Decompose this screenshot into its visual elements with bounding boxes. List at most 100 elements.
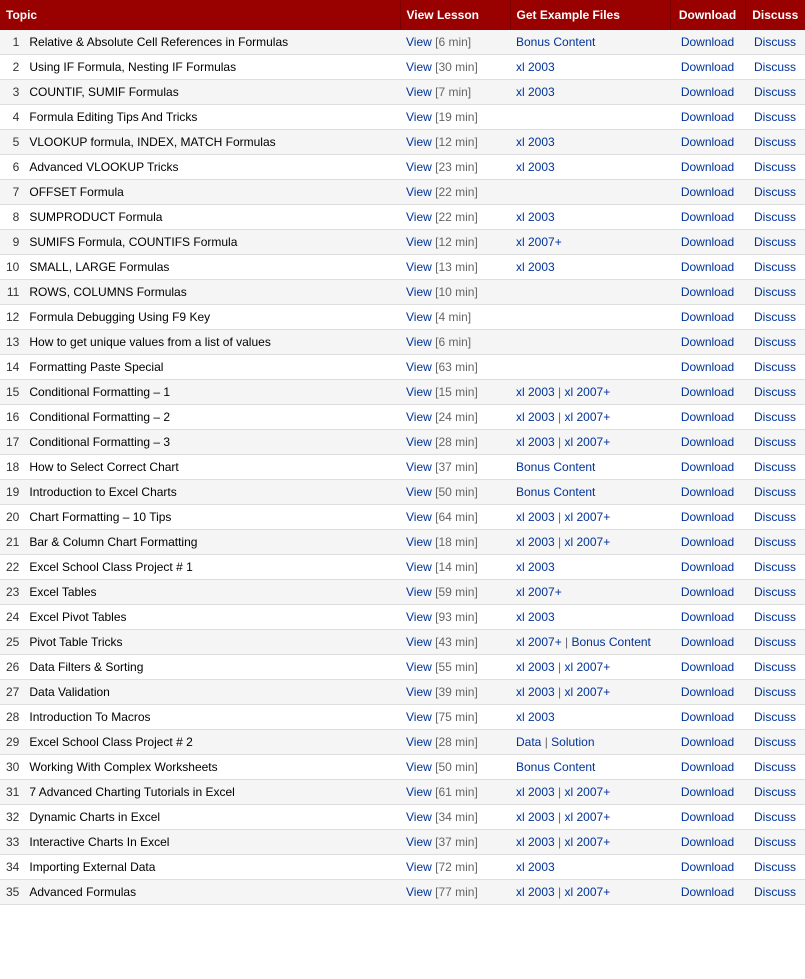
discuss-link[interactable]: Discuss xyxy=(754,410,796,424)
download-link[interactable]: Download xyxy=(681,285,734,299)
discuss-link[interactable]: Discuss xyxy=(754,885,796,899)
discuss-link[interactable]: Discuss xyxy=(754,760,796,774)
example-link[interactable]: xl 2007+ xyxy=(565,435,611,449)
row-download[interactable]: Download xyxy=(670,805,745,830)
row-download[interactable]: Download xyxy=(670,355,745,380)
row-download[interactable]: Download xyxy=(670,155,745,180)
row-view-lesson[interactable]: View [50 min] xyxy=(400,480,510,505)
row-download[interactable]: Download xyxy=(670,130,745,155)
row-discuss[interactable]: Discuss xyxy=(745,880,805,905)
example-link[interactable]: xl 2003 xyxy=(516,860,555,874)
row-discuss[interactable]: Discuss xyxy=(745,530,805,555)
row-discuss[interactable]: Discuss xyxy=(745,855,805,880)
view-link[interactable]: View xyxy=(406,685,432,699)
example-link[interactable]: xl 2007+ xyxy=(516,235,562,249)
download-link[interactable]: Download xyxy=(681,60,734,74)
download-link[interactable]: Download xyxy=(681,585,734,599)
view-link[interactable]: View xyxy=(406,810,432,824)
row-view-lesson[interactable]: View [64 min] xyxy=(400,505,510,530)
row-view-lesson[interactable]: View [22 min] xyxy=(400,180,510,205)
row-view-lesson[interactable]: View [22 min] xyxy=(400,205,510,230)
example-link[interactable]: xl 2007+ xyxy=(565,510,611,524)
row-discuss[interactable]: Discuss xyxy=(745,630,805,655)
view-link[interactable]: View xyxy=(406,60,432,74)
download-link[interactable]: Download xyxy=(681,635,734,649)
view-link[interactable]: View xyxy=(406,35,432,49)
row-view-lesson[interactable]: View [93 min] xyxy=(400,605,510,630)
download-link[interactable]: Download xyxy=(681,435,734,449)
view-link[interactable]: View xyxy=(406,860,432,874)
row-download[interactable]: Download xyxy=(670,205,745,230)
row-download[interactable]: Download xyxy=(670,580,745,605)
row-discuss[interactable]: Discuss xyxy=(745,505,805,530)
example-link[interactable]: xl 2003 xyxy=(516,435,555,449)
row-discuss[interactable]: Discuss xyxy=(745,80,805,105)
row-discuss[interactable]: Discuss xyxy=(745,205,805,230)
example-link[interactable]: xl 2003 xyxy=(516,535,555,549)
download-link[interactable]: Download xyxy=(681,360,734,374)
example-link[interactable]: xl 2003 xyxy=(516,410,555,424)
row-discuss[interactable]: Discuss xyxy=(745,605,805,630)
row-view-lesson[interactable]: View [61 min] xyxy=(400,780,510,805)
view-link[interactable]: View xyxy=(406,360,432,374)
view-link[interactable]: View xyxy=(406,110,432,124)
discuss-link[interactable]: Discuss xyxy=(754,135,796,149)
view-link[interactable]: View xyxy=(406,460,432,474)
row-download[interactable]: Download xyxy=(670,430,745,455)
discuss-link[interactable]: Discuss xyxy=(754,710,796,724)
row-view-lesson[interactable]: View [7 min] xyxy=(400,80,510,105)
download-link[interactable]: Download xyxy=(681,735,734,749)
discuss-link[interactable]: Discuss xyxy=(754,185,796,199)
discuss-link[interactable]: Discuss xyxy=(754,35,796,49)
example-link[interactable]: xl 2007+ xyxy=(565,835,611,849)
view-link[interactable]: View xyxy=(406,235,432,249)
view-link[interactable]: View xyxy=(406,435,432,449)
view-link[interactable]: View xyxy=(406,285,432,299)
row-discuss[interactable]: Discuss xyxy=(745,830,805,855)
row-view-lesson[interactable]: View [39 min] xyxy=(400,680,510,705)
row-view-lesson[interactable]: View [77 min] xyxy=(400,880,510,905)
example-link[interactable]: Data xyxy=(516,735,541,749)
example-link[interactable]: xl 2007+ xyxy=(565,885,611,899)
discuss-link[interactable]: Discuss xyxy=(754,285,796,299)
example-link[interactable]: xl 2003 xyxy=(516,660,555,674)
row-download[interactable]: Download xyxy=(670,455,745,480)
discuss-link[interactable]: Discuss xyxy=(754,460,796,474)
discuss-link[interactable]: Discuss xyxy=(754,260,796,274)
row-discuss[interactable]: Discuss xyxy=(745,330,805,355)
download-link[interactable]: Download xyxy=(681,560,734,574)
view-link[interactable]: View xyxy=(406,485,432,499)
download-link[interactable]: Download xyxy=(681,610,734,624)
discuss-link[interactable]: Discuss xyxy=(754,685,796,699)
example-link[interactable]: Solution xyxy=(551,735,594,749)
row-view-lesson[interactable]: View [37 min] xyxy=(400,830,510,855)
download-link[interactable]: Download xyxy=(681,410,734,424)
example-link[interactable]: Bonus Content xyxy=(516,35,595,49)
row-discuss[interactable]: Discuss xyxy=(745,55,805,80)
row-discuss[interactable]: Discuss xyxy=(745,280,805,305)
row-view-lesson[interactable]: View [14 min] xyxy=(400,555,510,580)
row-download[interactable]: Download xyxy=(670,705,745,730)
example-link[interactable]: xl 2003 xyxy=(516,85,555,99)
download-link[interactable]: Download xyxy=(681,860,734,874)
row-view-lesson[interactable]: View [15 min] xyxy=(400,380,510,405)
download-link[interactable]: Download xyxy=(681,335,734,349)
row-download[interactable]: Download xyxy=(670,405,745,430)
row-download[interactable]: Download xyxy=(670,505,745,530)
row-view-lesson[interactable]: View [59 min] xyxy=(400,580,510,605)
row-download[interactable]: Download xyxy=(670,880,745,905)
example-link[interactable]: xl 2003 xyxy=(516,835,555,849)
row-view-lesson[interactable]: View [10 min] xyxy=(400,280,510,305)
example-link[interactable]: xl 2003 xyxy=(516,785,555,799)
view-link[interactable]: View xyxy=(406,85,432,99)
row-view-lesson[interactable]: View [18 min] xyxy=(400,530,510,555)
example-link[interactable]: Bonus Content xyxy=(516,485,595,499)
row-download[interactable]: Download xyxy=(670,255,745,280)
discuss-link[interactable]: Discuss xyxy=(754,110,796,124)
discuss-link[interactable]: Discuss xyxy=(754,235,796,249)
download-link[interactable]: Download xyxy=(681,160,734,174)
row-download[interactable]: Download xyxy=(670,730,745,755)
row-view-lesson[interactable]: View [24 min] xyxy=(400,405,510,430)
row-view-lesson[interactable]: View [4 min] xyxy=(400,305,510,330)
view-link[interactable]: View xyxy=(406,710,432,724)
